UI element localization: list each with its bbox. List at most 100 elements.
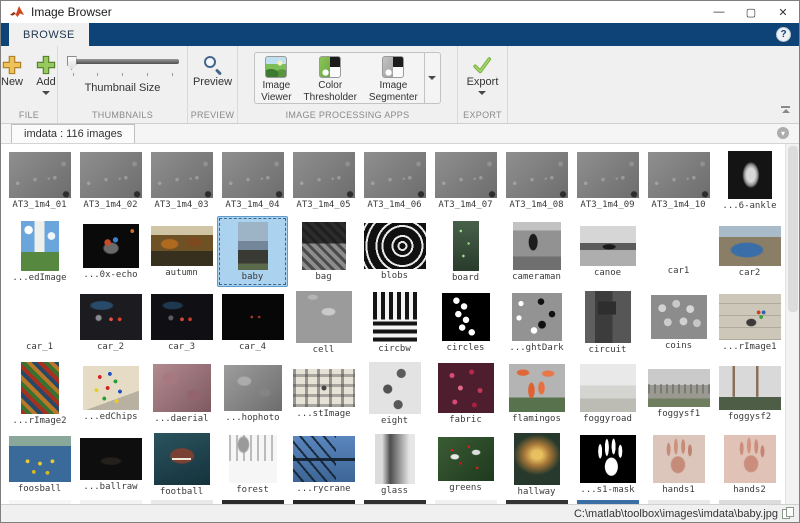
slider-track[interactable] [67,59,179,64]
copy-path-icon[interactable] [782,507,795,520]
thumbnail-item-6-ankle[interactable]: ...6-ankle [714,145,785,216]
thumbnail-item-at3-1m4-02[interactable]: AT3_1m4_02 [75,145,146,216]
thumbnail-item-0x-echo[interactable]: ...0x-echo [75,216,146,287]
thumbnail-item-hands1[interactable]: hands1 [643,429,714,500]
apps-gallery-dropdown-button[interactable] [424,53,440,103]
thumbnail-image [506,152,568,198]
tab-options-icon[interactable]: ▾ [777,127,789,139]
thumbnail-item-football[interactable]: football [146,429,217,500]
new-button[interactable]: New [0,52,28,90]
thumbnail-label: autumn [165,268,198,278]
ribbon-tab-strip: BROWSE ? [1,23,799,46]
color-thresholder-button[interactable]: Color Thresholder [298,53,363,103]
tab-browse[interactable]: BROWSE [9,23,89,46]
thumbnail-item-ghtdark[interactable]: ...ghtDark [501,287,572,358]
thumbnail-item-hallway[interactable]: hallway [501,429,572,500]
thumbnail-label: car_3 [168,342,195,352]
thumbnail-item-circuit[interactable]: circuit [572,287,643,358]
thumbnail-item-edchips[interactable]: ...edChips [75,358,146,429]
thumbnail-item-rimage2[interactable]: ...rImage2 [4,358,75,429]
preview-button[interactable]: Preview [188,52,237,90]
thumbnail-item-rycrane[interactable]: ...rycrane [288,429,359,500]
thumbnail-label: ...hophoto [225,413,279,423]
thumbnail-item-circbw[interactable]: circbw [359,287,430,358]
thumbnail-item-board[interactable]: board [430,216,501,287]
thumbnail-item-edimage[interactable]: ...edImage [4,216,75,287]
thumbnail-image [728,151,772,199]
thumbnail-item-autumn[interactable]: autumn [146,216,217,287]
thumbnail-item-hands2[interactable]: hands2 [714,429,785,500]
thumbnail-label: ...s1-mask [580,485,634,495]
thumbnail-item-fabric[interactable]: fabric [430,358,501,429]
thumbnail-label: glass [381,486,408,496]
thumbnail-item-stimage[interactable]: ...stImage [288,358,359,429]
thumbnail-item-foggyroad[interactable]: foggyroad [572,358,643,429]
thumbnail-image [364,152,426,198]
image-segmenter-icon [382,56,404,78]
thumbnail-item-foggysf1[interactable]: foggysf1 [643,358,714,429]
thumbnail-item-s1-mask[interactable]: ...s1-mask [572,429,643,500]
thumbnail-item-at3-1m4-09[interactable]: AT3_1m4_09 [572,145,643,216]
thumbnail-item-baby[interactable]: baby [217,216,288,287]
thumbnail-item-foosball[interactable]: foosball [4,429,75,500]
thumbnail-item-at3-1m4-08[interactable]: AT3_1m4_08 [501,145,572,216]
image-segmenter-label-line1: Image [379,80,407,92]
thumbnail-size-slider[interactable] [67,56,179,72]
minimize-button[interactable]: — [703,1,735,23]
thumbnail-item-bag[interactable]: bag [288,216,359,287]
thumbnail-item-greens[interactable]: greens [430,429,501,500]
thumbnail-image [442,293,490,341]
image-segmenter-button[interactable]: Image Segmenter [363,53,424,103]
thumbnail-item-glass[interactable]: glass [359,429,430,500]
thumbnail-item-car1[interactable]: car1 [643,216,714,287]
thumbnail-item-hophoto[interactable]: ...hophoto [217,358,288,429]
section-export: Export EXPORT [458,46,508,123]
thumbnail-item-at3-1m4-10[interactable]: AT3_1m4_10 [643,145,714,216]
thumbnail-item-blobs[interactable]: blobs [359,216,430,287]
thumbnail-item-at3-1m4-05[interactable]: AT3_1m4_05 [288,145,359,216]
thumbnail-item-car-3[interactable]: car_3 [146,287,217,358]
close-button[interactable]: ✕ [767,1,799,23]
thumbnail-item-partial [572,500,643,504]
slider-thumb[interactable] [67,56,77,70]
thumbnail-item-eight[interactable]: eight [359,358,430,429]
thumbnail-item-forest[interactable]: forest [217,429,288,500]
thumbnail-item-car-2[interactable]: car_2 [75,287,146,358]
thumbnail-item-cell[interactable]: cell [288,287,359,358]
thumbnail-item-daerial[interactable]: ...daerial [146,358,217,429]
maximize-button[interactable]: ▢ [735,1,767,23]
collapse-ribbon-icon[interactable] [780,106,791,115]
thumbnail-item-coins[interactable]: coins [643,287,714,358]
thumbnail-item-at3-1m4-04[interactable]: AT3_1m4_04 [217,145,288,216]
thumbnail-label: AT3_1m4_03 [154,200,208,210]
thumbnail-item-car-1[interactable]: car_1 [4,287,75,358]
tab-imdata[interactable]: imdata : 116 images [11,124,135,143]
image-viewer-button[interactable]: Image Viewer [255,53,297,103]
add-button-label: Add [36,76,56,88]
thumbnail-item-car2[interactable]: car2 [714,216,785,287]
thumbnail-item-car-4[interactable]: car_4 [217,287,288,358]
color-thresholder-icon [319,56,341,78]
thumbnail-item-circles[interactable]: circles [430,287,501,358]
image-viewer-label-line2: Viewer [261,92,291,104]
selected-file-path: C:\matlab\toolbox\images\imdata\baby.jpg [574,508,778,520]
scrollbar-thumb[interactable] [788,146,798,312]
thumbnail-item-ballraw[interactable]: ...ballraw [75,429,146,500]
thumbnail-label: AT3_1m4_06 [367,200,421,210]
thumbnail-image [514,433,560,485]
thumbnail-item-at3-1m4-01[interactable]: AT3_1m4_01 [4,145,75,216]
thumbnail-item-rimage1[interactable]: ...rImage1 [714,287,785,358]
thumbnail-image [719,226,781,266]
thumbnail-item-at3-1m4-03[interactable]: AT3_1m4_03 [146,145,217,216]
thumbnail-item-at3-1m4-06[interactable]: AT3_1m4_06 [359,145,430,216]
export-button[interactable]: Export [462,52,504,97]
thumbnail-item-at3-1m4-07[interactable]: AT3_1m4_07 [430,145,501,216]
thumbnail-item-foggysf2[interactable]: foggysf2 [714,358,785,429]
vertical-scrollbar[interactable] [785,144,799,504]
thumbnail-image [719,366,781,410]
thumbnail-item-cameraman[interactable]: cameraman [501,216,572,287]
thumbnail-label: AT3_1m4_02 [83,200,137,210]
thumbnail-item-canoe[interactable]: canoe [572,216,643,287]
thumbnail-item-flamingos[interactable]: flamingos [501,358,572,429]
help-icon[interactable]: ? [776,27,791,42]
